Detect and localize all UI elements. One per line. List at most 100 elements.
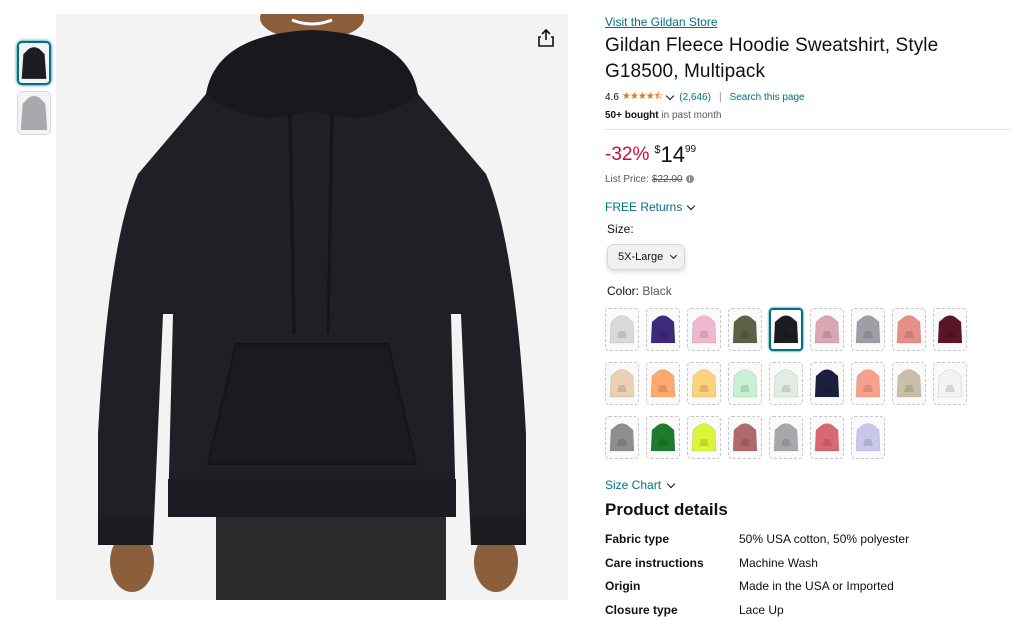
hoodie-swatch-icon [773, 368, 799, 397]
product-title: Gildan Fleece Hoodie Sweatshirt, Style G… [605, 35, 939, 82]
hoodie-swatch-icon [732, 314, 758, 343]
price-whole: 14 [660, 142, 685, 167]
color-selected-value: Black [642, 284, 672, 298]
details-key: Origin [605, 579, 641, 593]
separator: | [718, 91, 722, 103]
details-row: Fabric type 50% USA cotton, 50% polyester [605, 532, 1010, 556]
free-returns-link[interactable]: FREE Returns [605, 199, 1010, 215]
rating-row: 4.6 ★★★★⯪ (2,646) | Search this page [605, 90, 1010, 104]
list-price-label: List Price: [605, 173, 649, 185]
details-key: Fabric type [605, 532, 670, 546]
size-chart-link[interactable]: Size Chart [605, 477, 1010, 493]
hoodie-swatch-icon [691, 314, 717, 343]
color-swatch[interactable] [892, 308, 926, 351]
size-selected-value: 5X-Large [618, 251, 664, 263]
free-returns-label: FREE Returns [605, 200, 683, 214]
color-swatch[interactable] [933, 362, 967, 405]
bought-period: in past month [658, 110, 722, 121]
color-swatch[interactable] [646, 362, 680, 405]
hoodie-swatch-icon [937, 368, 963, 397]
color-swatch[interactable] [851, 362, 885, 405]
hoodie-swatch-icon [650, 422, 676, 451]
color-swatch[interactable] [687, 308, 721, 351]
thumbnail-black[interactable] [17, 41, 51, 85]
chevron-down-icon [666, 479, 676, 488]
color-swatch[interactable] [728, 308, 762, 351]
color-label: Color: Black [607, 284, 1010, 300]
color-swatch[interactable] [892, 362, 926, 405]
hoodie-illustration [56, 14, 568, 600]
info-icon[interactable]: i [685, 175, 694, 183]
product-details-table: Fabric type 50% USA cotton, 50% polyester… [605, 532, 1010, 620]
hoodie-swatch-icon [609, 368, 635, 397]
hoodie-swatch-icon [814, 368, 840, 397]
color-swatch[interactable] [646, 416, 680, 459]
color-swatch-grid [605, 308, 1010, 459]
color-swatch[interactable] [769, 416, 803, 459]
details-value: Machine Wash [739, 555, 818, 570]
hoodie-swatch-icon [855, 422, 881, 451]
chevron-down-icon [670, 251, 678, 260]
product-info-panel: Visit the Gildan Store Gildan Fleece Hoo… [605, 14, 1010, 620]
rating-value: 4.6 [605, 91, 619, 103]
hoodie-swatch-icon [609, 314, 635, 343]
hoodie-swatch-icon [814, 314, 840, 343]
color-swatch[interactable] [605, 308, 639, 351]
color-swatch[interactable] [646, 308, 680, 351]
color-swatch[interactable] [605, 362, 639, 405]
color-swatch[interactable] [728, 362, 762, 405]
search-this-page-link[interactable]: Search this page [730, 92, 805, 103]
details-value: Lace Up [739, 602, 784, 617]
hoodie-thumbnail-image [18, 92, 50, 134]
hoodie-swatch-icon [937, 314, 963, 343]
hoodie-swatch-icon [855, 314, 881, 343]
color-swatch[interactable] [769, 362, 803, 405]
details-key: Care instructions [605, 555, 704, 570]
list-price: List Price: $22.00 i [605, 172, 1010, 186]
color-swatch[interactable] [851, 416, 885, 459]
ratings-count-link[interactable]: (2,646) [679, 92, 711, 103]
details-key: Closure type [605, 602, 678, 617]
hoodie-swatch-icon [691, 368, 717, 397]
hoodie-thumbnail-image [19, 43, 49, 83]
hoodie-swatch-icon [732, 368, 758, 397]
details-row: Care instructions Machine Wash [605, 556, 1010, 580]
color-swatch[interactable] [810, 308, 844, 351]
hoodie-swatch-icon [896, 314, 922, 343]
star-rating-icon[interactable]: ★★★★⯪ [622, 89, 663, 106]
details-row: Closure type Lace Up [605, 603, 1010, 620]
color-swatch[interactable] [810, 362, 844, 405]
color-swatch[interactable] [687, 362, 721, 405]
hoodie-swatch-icon [773, 422, 799, 451]
price-fraction: 99 [684, 144, 697, 155]
thumbnail-strip [17, 41, 51, 141]
chevron-down-icon[interactable] [666, 91, 675, 100]
hoodie-swatch-icon [650, 368, 676, 397]
hoodie-swatch-icon [609, 422, 635, 451]
color-swatch[interactable] [769, 308, 803, 351]
price-block: -32% $ 14 99 [605, 142, 1010, 170]
size-dropdown[interactable]: 5X-Large [607, 244, 685, 270]
size-chart-label: Size Chart [605, 478, 662, 492]
main-product-image[interactable] [56, 14, 568, 600]
thumbnail-gray[interactable] [17, 91, 51, 135]
color-swatch[interactable] [933, 308, 967, 351]
color-swatch[interactable] [605, 416, 639, 459]
hoodie-swatch-icon [855, 368, 881, 397]
store-link[interactable]: Visit the Gildan Store [605, 14, 1010, 30]
color-swatch[interactable] [728, 416, 762, 459]
details-value: Made in the USA or Imported [739, 579, 894, 593]
details-value: 50% USA cotton, 50% polyester [739, 532, 910, 546]
hoodie-swatch-icon [814, 422, 840, 451]
bought-count: 50+ bought [605, 110, 659, 121]
size-label: Size: [607, 222, 634, 236]
share-icon-glyph [538, 29, 554, 47]
hoodie-swatch-icon [773, 314, 799, 343]
share-icon[interactable] [534, 26, 558, 50]
color-swatch[interactable] [687, 416, 721, 459]
discount-percent: -32% [605, 144, 650, 165]
color-swatch[interactable] [851, 308, 885, 351]
divider [605, 129, 1010, 130]
color-swatch[interactable] [810, 416, 844, 459]
hoodie-swatch-icon [650, 314, 676, 343]
